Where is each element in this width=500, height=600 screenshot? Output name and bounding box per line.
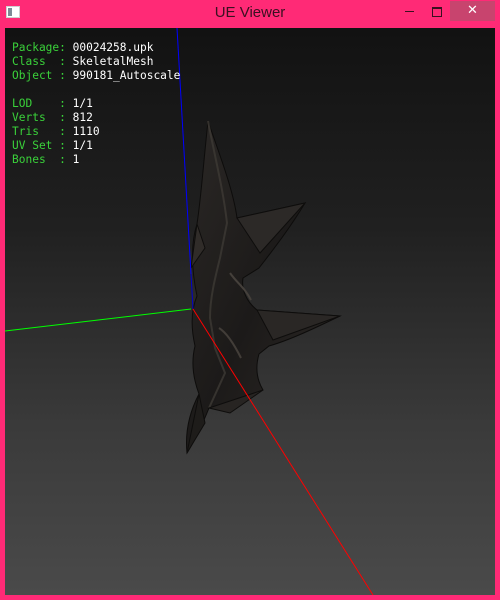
- info-uvset: UV Set : 1/1: [12, 139, 180, 153]
- info-label: Bones :: [12, 153, 73, 166]
- info-value: 1: [72, 153, 80, 166]
- minimize-button[interactable]: [394, 1, 424, 21]
- info-bones: Bones : 1: [12, 153, 180, 167]
- info-label: Object :: [12, 69, 73, 82]
- info-value: 1/1: [72, 97, 93, 110]
- close-icon: ✕: [467, 3, 478, 18]
- info-label: Package:: [12, 41, 73, 54]
- info-package: Package: 00024258.upk: [12, 41, 180, 55]
- info-value: 1110: [72, 125, 100, 138]
- info-label: LOD :: [12, 97, 73, 110]
- info-label: Tris :: [12, 125, 73, 138]
- maximize-icon: [432, 6, 442, 17]
- info-value: 812: [72, 111, 93, 124]
- title-bar[interactable]: UE Viewer ✕: [0, 0, 500, 28]
- info-label: Class :: [12, 55, 73, 68]
- info-lod: LOD : 1/1: [12, 97, 180, 111]
- info-class: Class : SkeletalMesh: [12, 55, 180, 69]
- info-label: Verts :: [12, 111, 73, 124]
- axis-z-line-lower: [190, 273, 194, 310]
- info-tris: Tris : 1110: [12, 125, 180, 139]
- axis-y-line: [5, 308, 192, 332]
- info-value: SkeletalMesh: [72, 55, 154, 68]
- mesh-info-panel: Package: 00024258.upk Class : SkeletalMe…: [12, 41, 180, 167]
- maximize-button[interactable]: [424, 1, 450, 21]
- info-value: 1/1: [72, 139, 93, 152]
- info-value: 990181_Autoscale: [72, 69, 181, 82]
- close-button[interactable]: ✕: [450, 1, 495, 21]
- axis-x-line: [192, 308, 374, 595]
- info-label: UV Set :: [12, 139, 73, 152]
- 3d-viewport[interactable]: Package: 00024258.upk Class : SkeletalMe…: [5, 28, 495, 595]
- info-verts: Verts : 812: [12, 111, 180, 125]
- app-window: UE Viewer ✕ Package: 00024258.upk Class …: [0, 0, 500, 600]
- minimize-icon: [404, 11, 414, 12]
- info-value: 00024258.upk: [72, 41, 154, 54]
- info-object: Object : 990181_Autoscale: [12, 69, 180, 83]
- skeletal-mesh: [186, 120, 342, 455]
